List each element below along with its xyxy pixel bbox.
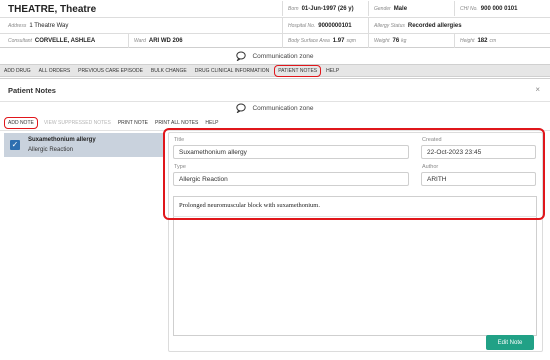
title-field[interactable]: Suxamethonium allergy [173,145,409,159]
title-label: Title [174,137,185,143]
chi-field: CHI No. 900 000 0101 [454,1,550,16]
created-label: Created [422,137,442,143]
type-label: Type [174,164,186,170]
gender-field: Gender Male [368,1,454,16]
patient-name: THEATRE, Theatre [8,4,97,15]
author-label: Author [422,164,439,170]
hospital-no-field: Hospital No. 9000000101 [282,18,368,33]
note-body-area[interactable] [173,216,537,336]
note-detail-panel: Title Suxamethonium allergy Created 22-O… [168,132,543,352]
list-item[interactable]: ✓ Suxamethonium allergy Allergic Reactio… [4,133,164,157]
author-field[interactable]: ARITH [421,172,536,186]
patient-banner: THEATRE, Theatre Born 01-Jun-1997 (26 y) … [0,0,550,48]
notes-help-button[interactable]: HELP [205,120,218,126]
all-orders-button[interactable]: ALL ORDERS [39,68,71,74]
add-note-button[interactable]: ADD NOTE [4,117,38,129]
note-body-text[interactable]: Prolonged neuromuscular block with suxam… [173,196,537,216]
note-list-type: Allergic Reaction [28,147,74,153]
modal-communication-zone[interactable]: Communication zone [0,101,550,115]
drug-clinical-information-button[interactable]: DRUG CLINICAL INFORMATION [195,68,269,74]
height-field: Height 182 cm [454,33,550,48]
edit-note-button[interactable]: Edit Note [486,335,534,350]
ward-field: Ward ARI WD 206 [128,33,282,48]
print-all-notes-button[interactable]: PRINT ALL NOTES [155,120,198,126]
patient-notes-modal: Patient Notes × Communication zone ADD N… [0,78,550,360]
previous-care-episode-button[interactable]: PREVIOUS CARE EPISODE [78,68,143,74]
checkbox-checked-icon[interactable]: ✓ [10,140,20,150]
weight-field: Weight 76 kg [368,33,454,48]
bulk-change-button[interactable]: BULK CHANGE [151,68,187,74]
address-field: Address 1 Theatre Way [8,22,69,29]
type-field[interactable]: Allergic Reaction [173,172,409,186]
modal-title: Patient Notes [8,86,56,95]
created-field[interactable]: 22-Oct-2023 23:45 [421,145,536,159]
born-field: Born 01-Jun-1997 (26 y) [282,1,368,16]
main-toolbar: ADD DRUG ALL ORDERS PREVIOUS CARE EPISOD… [0,64,550,77]
notes-action-bar: ADD NOTE VIEW SUPPRESSED NOTES PRINT NOT… [0,117,225,129]
help-button[interactable]: HELP [326,68,339,74]
print-note-button[interactable]: PRINT NOTE [118,120,148,126]
chat-bubble-icon [236,51,247,61]
allergy-status-field: Allergy Status Recorded allergies [368,18,550,33]
actions-divider [0,130,550,131]
view-suppressed-notes-button[interactable]: VIEW SUPPRESSED NOTES [44,120,111,126]
chat-bubble-icon [236,103,247,113]
bsa-field: Body Surface Area 1.97 sqm [282,33,368,48]
consultant-field: Consultant CORVELLE, ASHLEA [8,37,96,44]
patient-notes-button[interactable]: PATIENT NOTES [274,64,322,77]
communication-zone[interactable]: Communication zone [0,48,550,64]
add-drug-button[interactable]: ADD DRUG [4,68,31,74]
note-list-title: Suxamethonium allergy [28,137,96,143]
close-icon[interactable]: × [535,85,540,94]
